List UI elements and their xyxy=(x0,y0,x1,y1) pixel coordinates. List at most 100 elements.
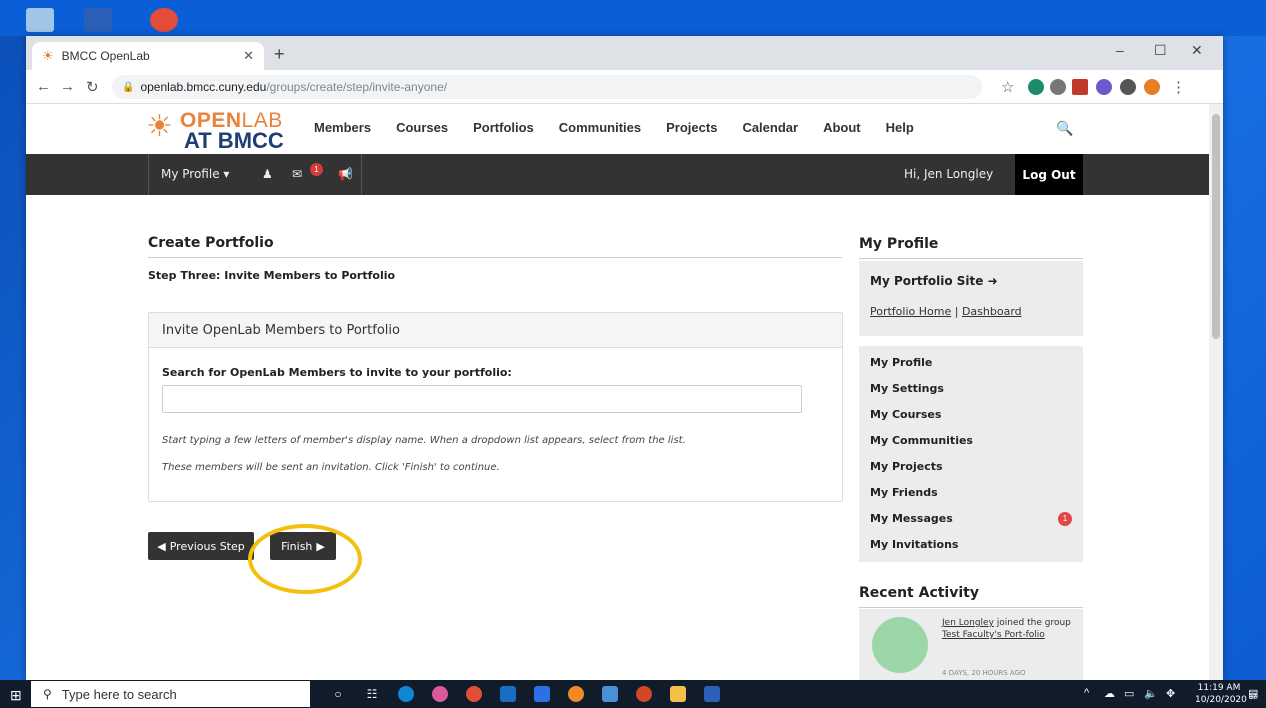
chrome-icon[interactable] xyxy=(150,8,178,32)
url-field[interactable]: 🔒 openlab.bmcc.cuny.edu /groups/create/s… xyxy=(112,75,982,99)
close-window-button[interactable]: ✕ xyxy=(1191,42,1203,59)
recycle-bin-icon[interactable] xyxy=(26,8,54,32)
lock-icon: 🔒 xyxy=(122,81,135,93)
menu-kebab-icon[interactable]: ⋮ xyxy=(1171,78,1186,96)
greeting-link[interactable]: Hi, Jen Longley xyxy=(904,167,993,181)
reload-icon[interactable]: ↻ xyxy=(86,78,99,96)
sidebar-item-my-courses[interactable]: My Courses xyxy=(870,408,941,421)
sidebar-item-my-messages[interactable]: My Messages xyxy=(870,512,953,525)
nav-help[interactable]: Help xyxy=(886,120,914,135)
sidebar-item-my-profile[interactable]: My Profile xyxy=(870,356,932,369)
my-profile-menu[interactable]: My Profile ▾ xyxy=(161,167,229,181)
task-view-icon[interactable]: ☷ xyxy=(364,686,380,702)
nav-about[interactable]: About xyxy=(823,120,861,135)
step-heading: Step Three: Invite Members to Portfolio xyxy=(148,269,396,282)
nav-portfolios[interactable]: Portfolios xyxy=(473,120,534,135)
member-search-input[interactable] xyxy=(162,385,802,413)
nav-calendar[interactable]: Calendar xyxy=(742,120,798,135)
taskbar-search[interactable]: ⚲ Type here to search xyxy=(31,681,310,707)
activity-user-link[interactable]: Jen Longley xyxy=(942,618,994,628)
maximize-button[interactable]: ☐ xyxy=(1154,42,1167,59)
scrollbar-thumb[interactable] xyxy=(1212,114,1220,339)
logout-button[interactable]: Log Out xyxy=(1015,154,1083,195)
cortana-icon[interactable]: ○ xyxy=(330,686,346,702)
browser-tab[interactable]: ☀ BMCC OpenLab ✕ xyxy=(32,42,264,70)
puzzle-icon[interactable] xyxy=(1120,79,1136,95)
chrome-icon[interactable] xyxy=(466,686,482,702)
admin-bar: My Profile ▾ ♟ ✉ 1 📢 Hi, Jen Longley Log… xyxy=(26,154,1209,195)
clock[interactable]: 11:19 AM 10/20/2020 xyxy=(1195,682,1247,706)
sidebar-item-my-invitations[interactable]: My Invitations xyxy=(870,538,958,551)
browser-window: ☀ BMCC OpenLab ✕ + – ☐ ✕ ← → ↻ 🔒 openlab… xyxy=(26,36,1223,680)
extension-icon[interactable] xyxy=(1096,79,1112,95)
envelope-icon[interactable]: ✉ xyxy=(292,167,302,181)
avatar[interactable] xyxy=(872,617,928,673)
circle-arrow-right-icon: ➜ xyxy=(987,274,998,288)
divider xyxy=(148,257,842,258)
dropbox-tray-icon[interactable]: ✥ xyxy=(1166,687,1175,700)
panel-title: Invite OpenLab Members to Portfolio xyxy=(149,313,842,348)
mail-icon[interactable] xyxy=(602,686,618,702)
main-nav: Members Courses Portfolios Communities P… xyxy=(314,120,939,135)
help-text-2: These members will be sent an invitation… xyxy=(162,462,500,473)
taskbar-search-placeholder: Type here to search xyxy=(61,686,177,702)
sidebar-item-my-communities[interactable]: My Communities xyxy=(870,434,973,447)
tab-strip: ☀ BMCC OpenLab ✕ + – ☐ ✕ xyxy=(26,36,1223,70)
sidebar-item-my-friends[interactable]: My Friends xyxy=(870,486,938,499)
volume-icon[interactable]: 🔈 xyxy=(1144,687,1158,700)
nav-communities[interactable]: Communities xyxy=(559,120,641,135)
profile-menu: My Profile My Settings My Courses My Com… xyxy=(859,346,1083,562)
previous-step-button[interactable]: ◀ Previous Step xyxy=(148,532,254,560)
tray-chevron-icon[interactable]: ^ xyxy=(1084,687,1089,699)
outlook-icon[interactable] xyxy=(500,686,516,702)
pdf-extension-icon[interactable] xyxy=(1072,79,1088,95)
extension-icon[interactable] xyxy=(1050,79,1066,95)
dashboard-link[interactable]: Dashboard xyxy=(962,305,1022,318)
search-icon: ⚲ xyxy=(43,687,52,701)
portfolio-home-link[interactable]: Portfolio Home xyxy=(870,305,951,318)
sidebar-title: My Profile xyxy=(859,236,939,252)
word-icon[interactable] xyxy=(84,8,112,32)
lightbulb-icon: ☀ xyxy=(42,48,54,63)
clock-date: 10/20/2020 xyxy=(1195,695,1247,705)
new-tab-button[interactable]: + xyxy=(274,44,285,65)
circle-arrow-left-icon: ◀ xyxy=(157,539,166,553)
profile-avatar-icon[interactable] xyxy=(1144,79,1160,95)
url-host: openlab.bmcc.cuny.edu xyxy=(140,80,267,94)
firefox-icon[interactable] xyxy=(568,686,584,702)
powerpoint-icon[interactable] xyxy=(636,686,652,702)
taskbar: ⊞ ⚲ Type here to search ○ ☷ ^ ☁ ▭ 🔈 ✥ 11… xyxy=(0,680,1266,708)
forward-arrow-icon[interactable]: → xyxy=(60,78,75,95)
user-icon[interactable]: ♟ xyxy=(262,167,273,181)
file-explorer-icon[interactable] xyxy=(670,686,686,702)
itunes-icon[interactable] xyxy=(432,686,448,702)
battery-icon[interactable]: ▭ xyxy=(1124,687,1134,700)
activity-group-link[interactable]: Test Faculty's Port-folio xyxy=(942,630,1045,640)
divider xyxy=(859,607,1083,608)
tab-title: BMCC OpenLab xyxy=(61,49,150,63)
back-arrow-icon[interactable]: ← xyxy=(36,78,51,95)
minimize-button[interactable]: – xyxy=(1116,42,1124,58)
onedrive-icon[interactable]: ☁ xyxy=(1104,687,1115,700)
search-icon[interactable]: 🔍 xyxy=(1056,120,1073,137)
highlight-circle xyxy=(248,524,362,594)
logo-at-bmcc: AT BMCC xyxy=(184,128,284,153)
nav-projects[interactable]: Projects xyxy=(666,120,717,135)
edge-icon[interactable] xyxy=(398,686,414,702)
tab-close-icon[interactable]: ✕ xyxy=(243,48,254,64)
windows-start-icon[interactable]: ⊞ xyxy=(10,687,22,704)
sidebar-item-my-projects[interactable]: My Projects xyxy=(870,460,943,473)
nav-members[interactable]: Members xyxy=(314,120,371,135)
sidebar-item-my-settings[interactable]: My Settings xyxy=(870,382,944,395)
messages-badge: 1 xyxy=(1058,512,1072,526)
address-bar: ← → ↻ 🔒 openlab.bmcc.cuny.edu /groups/cr… xyxy=(26,70,1223,104)
nav-courses[interactable]: Courses xyxy=(396,120,448,135)
megaphone-icon[interactable]: 📢 xyxy=(338,167,353,181)
openlab-logo[interactable]: ☀ OPENLAB AT BMCC xyxy=(146,108,296,153)
dropbox-icon[interactable] xyxy=(534,686,550,702)
word-icon[interactable] xyxy=(704,686,720,702)
portfolio-site-link[interactable]: My Portfolio Site ➜ xyxy=(870,274,998,288)
page-scrollbar[interactable] xyxy=(1209,104,1223,680)
bookmark-star-icon[interactable]: ☆ xyxy=(1001,78,1014,96)
extension-icon[interactable] xyxy=(1028,79,1044,95)
